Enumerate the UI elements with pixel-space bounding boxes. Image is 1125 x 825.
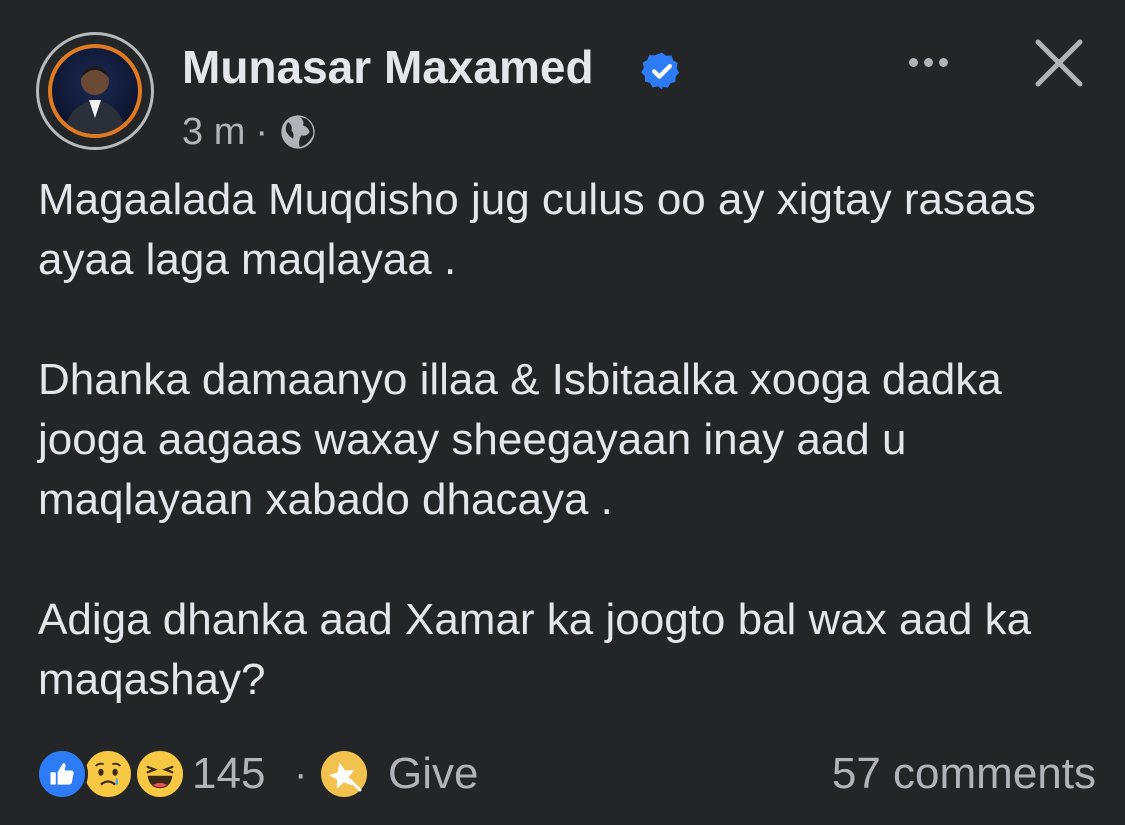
- reaction-icons[interactable]: [36, 748, 186, 800]
- more-options-icon[interactable]: [898, 44, 958, 80]
- sad-icon: [82, 748, 134, 800]
- meta-separator: ·: [255, 110, 269, 153]
- verified-badge-icon: [641, 52, 680, 90]
- post-paragraph: Dhanka damaanyo illaa & Isbitaalka xooga…: [38, 355, 1002, 524]
- globe-icon[interactable]: [278, 112, 318, 152]
- reaction-count[interactable]: 145: [192, 746, 265, 802]
- star-icon[interactable]: [320, 750, 368, 798]
- post-footer: 145 · Give 57 comments: [36, 746, 1096, 802]
- close-icon[interactable]: [1030, 34, 1088, 92]
- give-button[interactable]: Give: [388, 746, 478, 802]
- post-body: Magaalada Muqdisho jug culus oo ay xigta…: [38, 170, 1098, 710]
- avatar-photo: [48, 44, 142, 138]
- footer-separator: ·: [294, 752, 308, 796]
- post-meta: 3 m ·: [182, 108, 318, 156]
- timestamp[interactable]: 3 m: [182, 111, 245, 154]
- avatar[interactable]: [36, 32, 154, 150]
- more-dot: [938, 57, 948, 67]
- haha-icon: [134, 748, 186, 800]
- post-paragraph: Adiga dhanka aad Xamar ka joogto bal wax…: [38, 595, 1032, 704]
- comments-link[interactable]: 57 comments: [832, 746, 1096, 802]
- like-icon: [36, 748, 88, 800]
- post-paragraph: Magaalada Muqdisho jug culus oo ay xigta…: [38, 175, 1036, 284]
- author-name[interactable]: Munasar Maxamed: [182, 40, 594, 94]
- more-dot: [923, 57, 933, 67]
- more-dot: [908, 57, 918, 67]
